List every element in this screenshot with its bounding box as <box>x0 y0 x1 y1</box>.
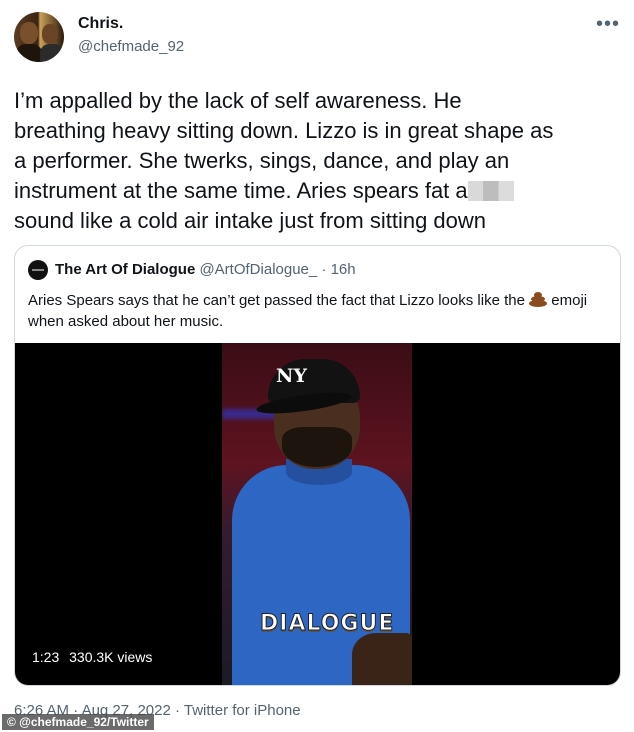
person-beard <box>282 427 352 467</box>
tweet-card: Chris. @chefmade_92 ••• I’m appalled by … <box>0 0 634 732</box>
quoted-header: The Art Of Dialogue @ArtOfDialogue_ · 16… <box>55 261 356 278</box>
video-frame: NY DIALOGUE <box>222 343 412 685</box>
avatar-face-right <box>42 24 58 44</box>
video-player[interactable]: NY DIALOGUE 1:23 330.3K views <box>15 343 620 685</box>
video-watermark: DIALOGUE <box>259 611 395 637</box>
quoted-author-name[interactable]: The Art Of Dialogue <box>55 261 195 278</box>
tweet-text-line: instrument at the same time. Aries spear… <box>14 176 620 206</box>
quoted-timestamp[interactable]: 16h <box>331 261 356 278</box>
tweet-text-line: sound like a cold air intake just from s… <box>14 208 487 233</box>
video-duration: 1:23 <box>32 649 60 665</box>
more-dots-icon[interactable]: ••• <box>596 14 620 34</box>
tweet-text-line: breathing heavy sitting down. Lizzo is i… <box>14 118 554 143</box>
tweet-text-line: a performer. She twerks, sings, dance, a… <box>14 148 510 173</box>
quoted-text-main: Aries Spears says that he can’t get pass… <box>28 292 525 309</box>
cap-logo: NY <box>276 365 307 387</box>
footer-separator: · <box>174 702 180 719</box>
quoted-separator: · <box>321 261 327 278</box>
avatar-figure-left <box>16 44 42 62</box>
video-views: 330.3K views <box>69 649 153 665</box>
video-meta: 1:23 330.3K views <box>32 649 158 665</box>
author-name[interactable]: Chris. <box>78 15 123 33</box>
avatar-figure-right <box>40 44 64 62</box>
avatar[interactable] <box>14 12 64 62</box>
quoted-tweet[interactable]: The Art Of Dialogue @ArtOfDialogue_ · 16… <box>14 245 621 686</box>
pile-of-poo-emoji-icon <box>529 291 548 307</box>
author-handle[interactable]: @chefmade_92 <box>78 38 184 55</box>
quoted-author-handle[interactable]: @ArtOfDialogue_ <box>199 261 317 278</box>
censor-blur <box>467 181 514 201</box>
quoted-avatar[interactable] <box>28 260 48 280</box>
tweet-text-line-part: instrument at the same time. Aries spear… <box>14 178 468 203</box>
person-arm <box>352 633 412 685</box>
tweet-text-line: I’m appalled by the lack of self awarene… <box>14 88 462 113</box>
tweet-source[interactable]: Twitter for iPhone <box>184 702 301 719</box>
quoted-text: Aries Spears says that he can’t get pass… <box>28 290 608 332</box>
tweet-text: I’m appalled by the lack of self awarene… <box>14 86 620 236</box>
avatar-face-left <box>20 22 38 44</box>
photo-credit: © @chefmade_92/Twitter <box>2 714 154 730</box>
